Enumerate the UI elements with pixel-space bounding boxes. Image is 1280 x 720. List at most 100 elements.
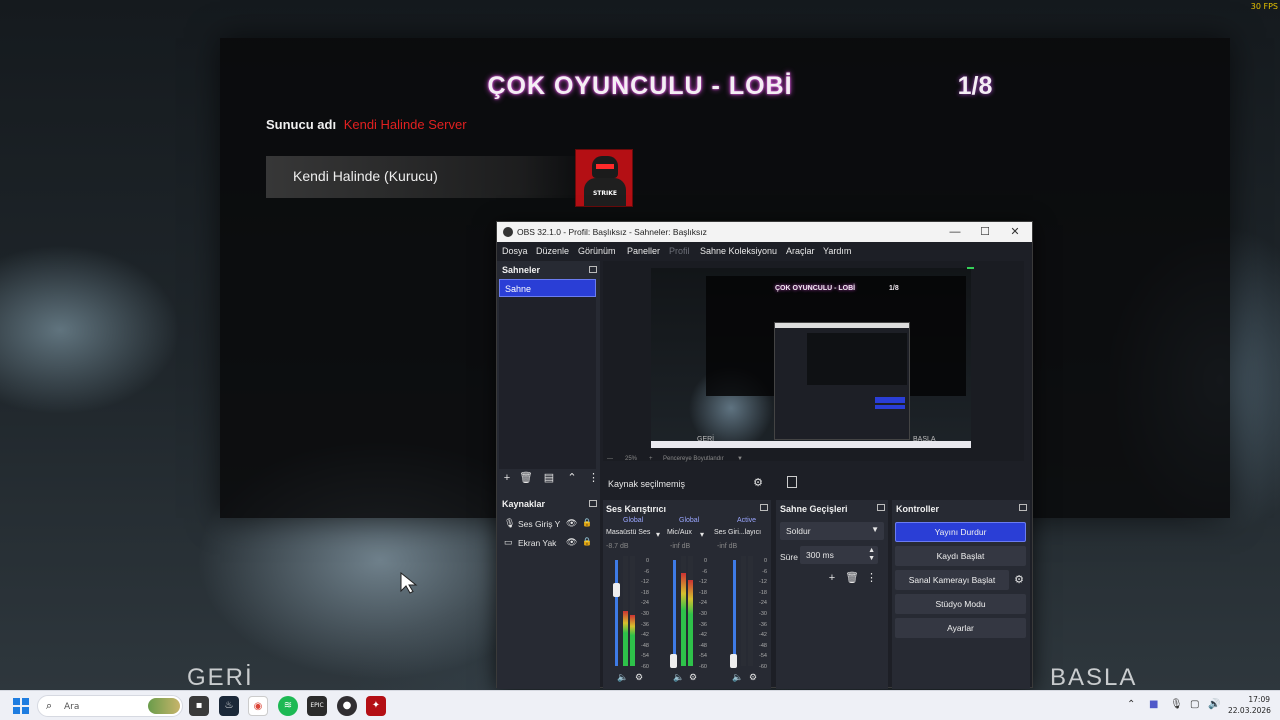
lock-icon[interactable]: 🔒 — [582, 518, 592, 527]
studio-mode-button[interactable]: Stüdyo Modu — [895, 594, 1026, 614]
maximize-button[interactable]: ☐ — [970, 223, 1000, 241]
meter-tick-label: -24 — [699, 600, 707, 607]
obs-icon[interactable]: ● — [337, 696, 357, 716]
transitions-title: Sahne Geçişleri — [780, 504, 848, 514]
undock-icon[interactable] — [877, 504, 885, 511]
menu-tools[interactable]: Araçlar — [786, 246, 815, 256]
undock-icon[interactable] — [589, 500, 597, 507]
meter-tick-label: -60 — [759, 663, 767, 670]
volume-icon[interactable]: 🔊 — [1208, 699, 1220, 710]
trash-icon[interactable]: 🗑 — [518, 470, 534, 486]
display-icon[interactable]: ▢ — [1190, 699, 1199, 710]
channel-db: -8.7 dB — [606, 543, 629, 550]
undock-icon[interactable] — [760, 504, 768, 511]
search-input[interactable]: ⌕ Ara — [37, 695, 183, 717]
menu-profile[interactable]: Profil — [669, 246, 690, 256]
source-item[interactable]: 🎙 Ses Giriş Y 👁 🔒 — [502, 515, 596, 533]
minimize-button[interactable]: — — [940, 223, 970, 241]
menu-docks[interactable]: Paneller — [627, 246, 660, 256]
menu-help[interactable]: Yardım — [823, 246, 851, 256]
menu-view[interactable]: Görünüm — [578, 246, 616, 256]
settings-icon[interactable]: ⚙ — [689, 672, 697, 683]
eye-icon[interactable]: 👁 — [566, 537, 577, 548]
menu-edit[interactable]: Düzenle — [536, 246, 569, 256]
lock-icon[interactable]: 🔒 — [582, 537, 592, 546]
search-highlight-image — [148, 698, 180, 714]
microphone-icon[interactable]: 🎙 — [1170, 699, 1183, 710]
eye-icon[interactable]: 👁 — [566, 518, 577, 529]
filters-icon[interactable] — [787, 476, 797, 488]
filter-icon[interactable]: ▤ — [541, 470, 557, 486]
speaker-icon[interactable]: 🔈 — [673, 672, 684, 683]
more-icon[interactable]: ⋮ — [866, 571, 877, 585]
fader-knob[interactable] — [670, 653, 677, 668]
preview-canvas[interactable]: ÇOK OYUNCULU - LOBİ 1/8 GERİ BASLA — [651, 268, 971, 448]
chevron-down-icon[interactable]: ▾ — [700, 530, 704, 539]
duration-input[interactable]: 300 ms ▲ ▼ — [800, 546, 878, 564]
speaker-icon[interactable]: 🔈 — [617, 672, 628, 683]
add-icon[interactable]: + — [825, 571, 839, 585]
preview-area[interactable]: ÇOK OYUNCULU - LOBİ 1/8 GERİ BASLA — [603, 261, 1024, 461]
windows-start-icon[interactable] — [13, 698, 29, 714]
player-slot[interactable]: Kendi Halinde (Kurucu) — [266, 156, 586, 198]
spotify-icon[interactable]: ≋ — [278, 696, 298, 716]
preview-nested-obs — [774, 322, 910, 440]
volume-fader[interactable] — [733, 560, 736, 666]
close-button[interactable]: ✕ — [1000, 223, 1030, 241]
epic-games-icon[interactable]: EPIC — [307, 696, 327, 716]
speaker-icon[interactable]: 🔈 — [732, 672, 743, 683]
meter-tick-label: -30 — [699, 610, 707, 617]
chevron-up-icon[interactable]: ⌃ — [564, 470, 580, 486]
transition-select[interactable]: Soldur ▼ — [780, 522, 884, 540]
fader-knob[interactable] — [613, 582, 620, 597]
fit-to-window[interactable]: Pencereye Boyutlandır — [663, 456, 724, 462]
back-button[interactable]: GERİ — [187, 664, 254, 692]
undock-icon[interactable] — [1019, 504, 1027, 511]
start-virtual-camera-button[interactable]: Sanal Kamerayı Başlat — [895, 570, 1009, 590]
start-recording-button[interactable]: Kaydı Başlat — [895, 546, 1026, 566]
meter-tick-label: -12 — [699, 579, 707, 586]
scene-item[interactable]: Sahne — [499, 279, 596, 297]
chevron-down-icon[interactable]: ▾ — [656, 530, 660, 539]
meter-tick-label: -48 — [641, 642, 649, 649]
volume-fader[interactable] — [673, 560, 676, 666]
channel-tab[interactable]: Active — [737, 517, 756, 524]
mouse-cursor-icon — [400, 572, 418, 594]
settings-icon[interactable]: ⚙ — [635, 672, 643, 683]
scenes-dock: Sahneler Sahne + 🗑 ▤ ⌃ ⋮ — [497, 261, 600, 496]
channel-tab[interactable]: Global — [679, 517, 699, 524]
start-button[interactable]: BASLA — [1050, 664, 1137, 692]
channel-name: Mic/Aux — [667, 529, 692, 536]
menu-scene-collection[interactable]: Sahne Koleksiyonu — [700, 246, 777, 256]
file-explorer-icon[interactable]: ▪ — [189, 696, 209, 716]
settings-icon[interactable]: ⚙ — [749, 672, 757, 683]
chevron-up-icon[interactable]: ⌃ — [1127, 699, 1135, 710]
obs-logo-icon — [503, 227, 513, 237]
channel-tab[interactable]: Global — [623, 517, 643, 524]
obs-titlebar[interactable]: OBS 32.1.0 - Profil: Başlıksız - Sahnele… — [497, 222, 1032, 242]
fps-counter: 30 FPS — [1250, 2, 1278, 11]
spinner-icon[interactable]: ▲ ▼ — [868, 547, 875, 563]
trash-icon[interactable]: 🗑 — [845, 571, 859, 585]
minus-icon[interactable]: — — [607, 456, 613, 462]
plus-icon[interactable]: + — [649, 456, 653, 462]
player-avatar: STRIKE — [575, 149, 633, 207]
gear-icon[interactable]: ⚙ — [1011, 570, 1027, 590]
menu-file[interactable]: Dosya — [502, 246, 528, 256]
meter-scale: 0 -6 -12 -18 -24 -30 -36 -42 -48 -54 -60 — [635, 556, 649, 673]
steam-icon[interactable]: ♨ — [219, 696, 239, 716]
teams-icon[interactable]: ■ — [1149, 699, 1158, 710]
chrome-icon[interactable]: ◉ — [248, 696, 268, 716]
undock-icon[interactable] — [589, 266, 597, 273]
add-icon[interactable]: + — [499, 470, 515, 486]
source-item[interactable]: ▭ Ekran Yak 👁 🔒 — [502, 534, 596, 552]
chevron-down-icon[interactable]: ▼ — [737, 456, 743, 462]
more-icon[interactable]: ⋮ — [588, 470, 599, 486]
gear-icon[interactable]: ⚙ — [750, 475, 766, 491]
stop-streaming-button[interactable]: Yayını Durdur — [895, 522, 1026, 542]
clock[interactable]: 17:09 22.03.2026 — [1228, 694, 1271, 716]
volume-fader[interactable] — [615, 560, 618, 666]
fader-knob[interactable] — [730, 653, 737, 668]
game-icon[interactable]: ✦ — [366, 696, 386, 716]
settings-button[interactable]: Ayarlar — [895, 618, 1026, 638]
